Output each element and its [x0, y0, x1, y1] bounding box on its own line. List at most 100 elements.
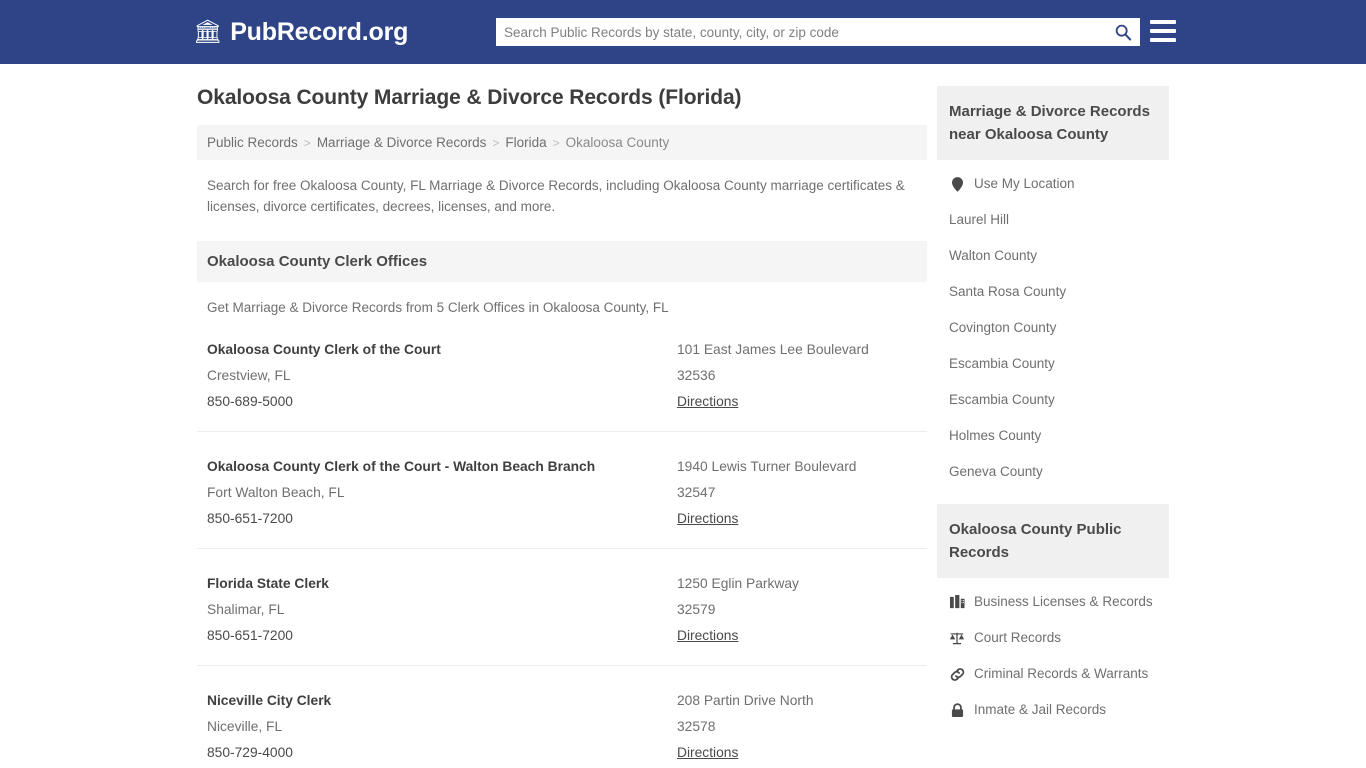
listing-name[interactable]: Okaloosa County Clerk of the Court - Wal…: [207, 454, 669, 480]
sidebar-item-laurel-hill[interactable]: Laurel Hill: [937, 202, 1169, 238]
table-row: Okaloosa County Clerk of the Court - Wal…: [197, 432, 927, 549]
sidebar-item-business-licenses[interactable]: Business Licenses & Records: [937, 584, 1169, 620]
listing-zip: 32547: [677, 485, 716, 500]
listing-city: Niceville, FL: [207, 719, 283, 734]
list-item: Inmate & Jail Records: [937, 692, 1169, 728]
sidebar-nearby-list: Use My Location Laurel Hill Walton Count…: [937, 160, 1169, 490]
section-subheading: Get Marriage & Divorce Records from 5 Cl…: [207, 300, 669, 315]
listing-city: Fort Walton Beach, FL: [207, 485, 345, 500]
sidebar-item-holmes-county[interactable]: Holmes County: [937, 418, 1169, 454]
breadcrumb-item-public-records[interactable]: Public Records: [207, 135, 298, 150]
breadcrumb-separator: >: [552, 135, 560, 150]
search-button[interactable]: [1106, 18, 1140, 46]
listing-phone: 850-729-4000: [207, 745, 293, 760]
directions-link[interactable]: Directions: [677, 623, 738, 649]
sidebar-item-label: Inmate & Jail Records: [974, 702, 1107, 717]
listing-address: 1940 Lewis Turner Boulevard: [677, 459, 857, 474]
listing-name[interactable]: Okaloosa County Clerk of the Court: [207, 337, 669, 363]
search-input[interactable]: [496, 19, 1106, 45]
list-item: Holmes County: [937, 418, 1169, 454]
list-item: Escambia County: [937, 382, 1169, 418]
list-item: Geneva County: [937, 454, 1169, 490]
listing-secondary: 208 Partin Drive North 32578 Directions: [677, 688, 917, 766]
sidebar-item-label: Criminal Records & Warrants: [974, 666, 1149, 681]
list-item: Walton County: [937, 238, 1169, 274]
section-heading-clerk-offices: Okaloosa County Clerk Offices: [197, 241, 927, 282]
list-item: Santa Rosa County: [937, 274, 1169, 310]
listing-name[interactable]: Florida State Clerk: [207, 571, 669, 597]
sidebar-item-covington-county[interactable]: Covington County: [937, 310, 1169, 346]
list-item: Escambia County: [937, 346, 1169, 382]
search-bar: [496, 18, 1140, 46]
menu-bar-3: [1150, 38, 1176, 42]
listing-primary: Niceville City Clerk Niceville, FL 850-7…: [207, 688, 677, 766]
sidebar-item-court-records[interactable]: Court Records: [937, 620, 1169, 656]
site-logo[interactable]: 🏛 PubRecord.org: [193, 18, 408, 47]
map-pin-icon: [949, 176, 965, 192]
sidebar-item-label: Court Records: [974, 630, 1062, 645]
listing-secondary: 101 East James Lee Boulevard 32536 Direc…: [677, 337, 917, 415]
listing-secondary: 1250 Eglin Parkway 32579 Directions: [677, 571, 917, 649]
sidebar: Marriage & Divorce Records near Okaloosa…: [937, 86, 1169, 768]
listing-primary: Okaloosa County Clerk of the Court Crest…: [207, 337, 677, 415]
sidebar-item-label: Use My Location: [974, 176, 1075, 191]
directions-link[interactable]: Directions: [677, 740, 738, 766]
listing-zip: 32579: [677, 602, 716, 617]
listing-secondary: 1940 Lewis Turner Boulevard 32547 Direct…: [677, 454, 917, 532]
office-building-icon: [949, 594, 965, 610]
sidebar-item-label: Escambia County: [949, 392, 1055, 407]
sidebar-item-label: Geneva County: [949, 464, 1043, 479]
menu-bar-1: [1150, 20, 1176, 24]
lock-icon: [949, 702, 965, 718]
breadcrumb-item-florida[interactable]: Florida: [505, 135, 546, 150]
list-item: Covington County: [937, 310, 1169, 346]
directions-link[interactable]: Directions: [677, 389, 738, 415]
sidebar-item-label: Santa Rosa County: [949, 284, 1067, 299]
sidebar-item-label: Walton County: [949, 248, 1038, 263]
sidebar-item-geneva-county[interactable]: Geneva County: [937, 454, 1169, 490]
table-row: Florida State Clerk Shalimar, FL 850-651…: [197, 549, 927, 666]
menu-bar-2: [1150, 29, 1176, 33]
hamburger-menu-icon[interactable]: [1150, 20, 1176, 42]
sidebar-item-label: Laurel Hill: [949, 212, 1010, 227]
listing-phone: 850-651-7200: [207, 628, 293, 643]
page-intro-text: Search for free Okaloosa County, FL Marr…: [207, 178, 905, 214]
list-item: Business Licenses & Records: [937, 584, 1169, 620]
sidebar-item-label: Holmes County: [949, 428, 1042, 443]
list-item: Court Records: [937, 620, 1169, 656]
listing-name[interactable]: Niceville City Clerk: [207, 688, 669, 714]
sidebar-public-records-list: Business Licenses & Records Court Record…: [937, 578, 1169, 728]
breadcrumb-item-marriage-divorce-records[interactable]: Marriage & Divorce Records: [317, 135, 487, 150]
breadcrumb-separator: >: [492, 135, 500, 150]
listing-zip: 32536: [677, 368, 716, 383]
sidebar-item-criminal-records[interactable]: Criminal Records & Warrants: [937, 656, 1169, 692]
page-title: Okaloosa County Marriage & Divorce Recor…: [197, 86, 742, 109]
brand-name: PubRecord.org: [230, 17, 409, 46]
sidebar-item-use-my-location[interactable]: Use My Location: [937, 166, 1169, 202]
chain-link-icon: [949, 666, 965, 682]
breadcrumb: Public Records > Marriage & Divorce Reco…: [197, 125, 927, 160]
site-header: 🏛 PubRecord.org: [0, 0, 1366, 64]
search-icon: [1115, 24, 1132, 41]
listing-phone: 850-689-5000: [207, 394, 293, 409]
sidebar-item-inmate-jail-records[interactable]: Inmate & Jail Records: [937, 692, 1169, 728]
main-content: Okaloosa County Marriage & Divorce Recor…: [197, 86, 927, 768]
list-item: Use My Location: [937, 166, 1169, 202]
sidebar-item-walton-county[interactable]: Walton County: [937, 238, 1169, 274]
sidebar-item-label: Escambia County: [949, 356, 1055, 371]
sidebar-item-escambia-county-2[interactable]: Escambia County: [937, 382, 1169, 418]
table-row: Okaloosa County Clerk of the Court Crest…: [197, 315, 927, 432]
breadcrumb-item-okaloosa-county: Okaloosa County: [565, 135, 670, 150]
listing-address: 101 East James Lee Boulevard: [677, 342, 869, 357]
sidebar-item-escambia-county-1[interactable]: Escambia County: [937, 346, 1169, 382]
page-body: Okaloosa County Marriage & Divorce Recor…: [0, 64, 1366, 768]
listing-city: Shalimar, FL: [207, 602, 285, 617]
listing-phone: 850-651-7200: [207, 511, 293, 526]
directions-link[interactable]: Directions: [677, 506, 738, 532]
bank-building-icon: 🏛: [193, 17, 223, 44]
listing-zip: 32578: [677, 719, 716, 734]
sidebar-item-santa-rosa-county[interactable]: Santa Rosa County: [937, 274, 1169, 310]
listing-primary: Okaloosa County Clerk of the Court - Wal…: [207, 454, 677, 532]
listing-primary: Florida State Clerk Shalimar, FL 850-651…: [207, 571, 677, 649]
sidebar-heading-public-records: Okaloosa County Public Records: [937, 504, 1169, 578]
